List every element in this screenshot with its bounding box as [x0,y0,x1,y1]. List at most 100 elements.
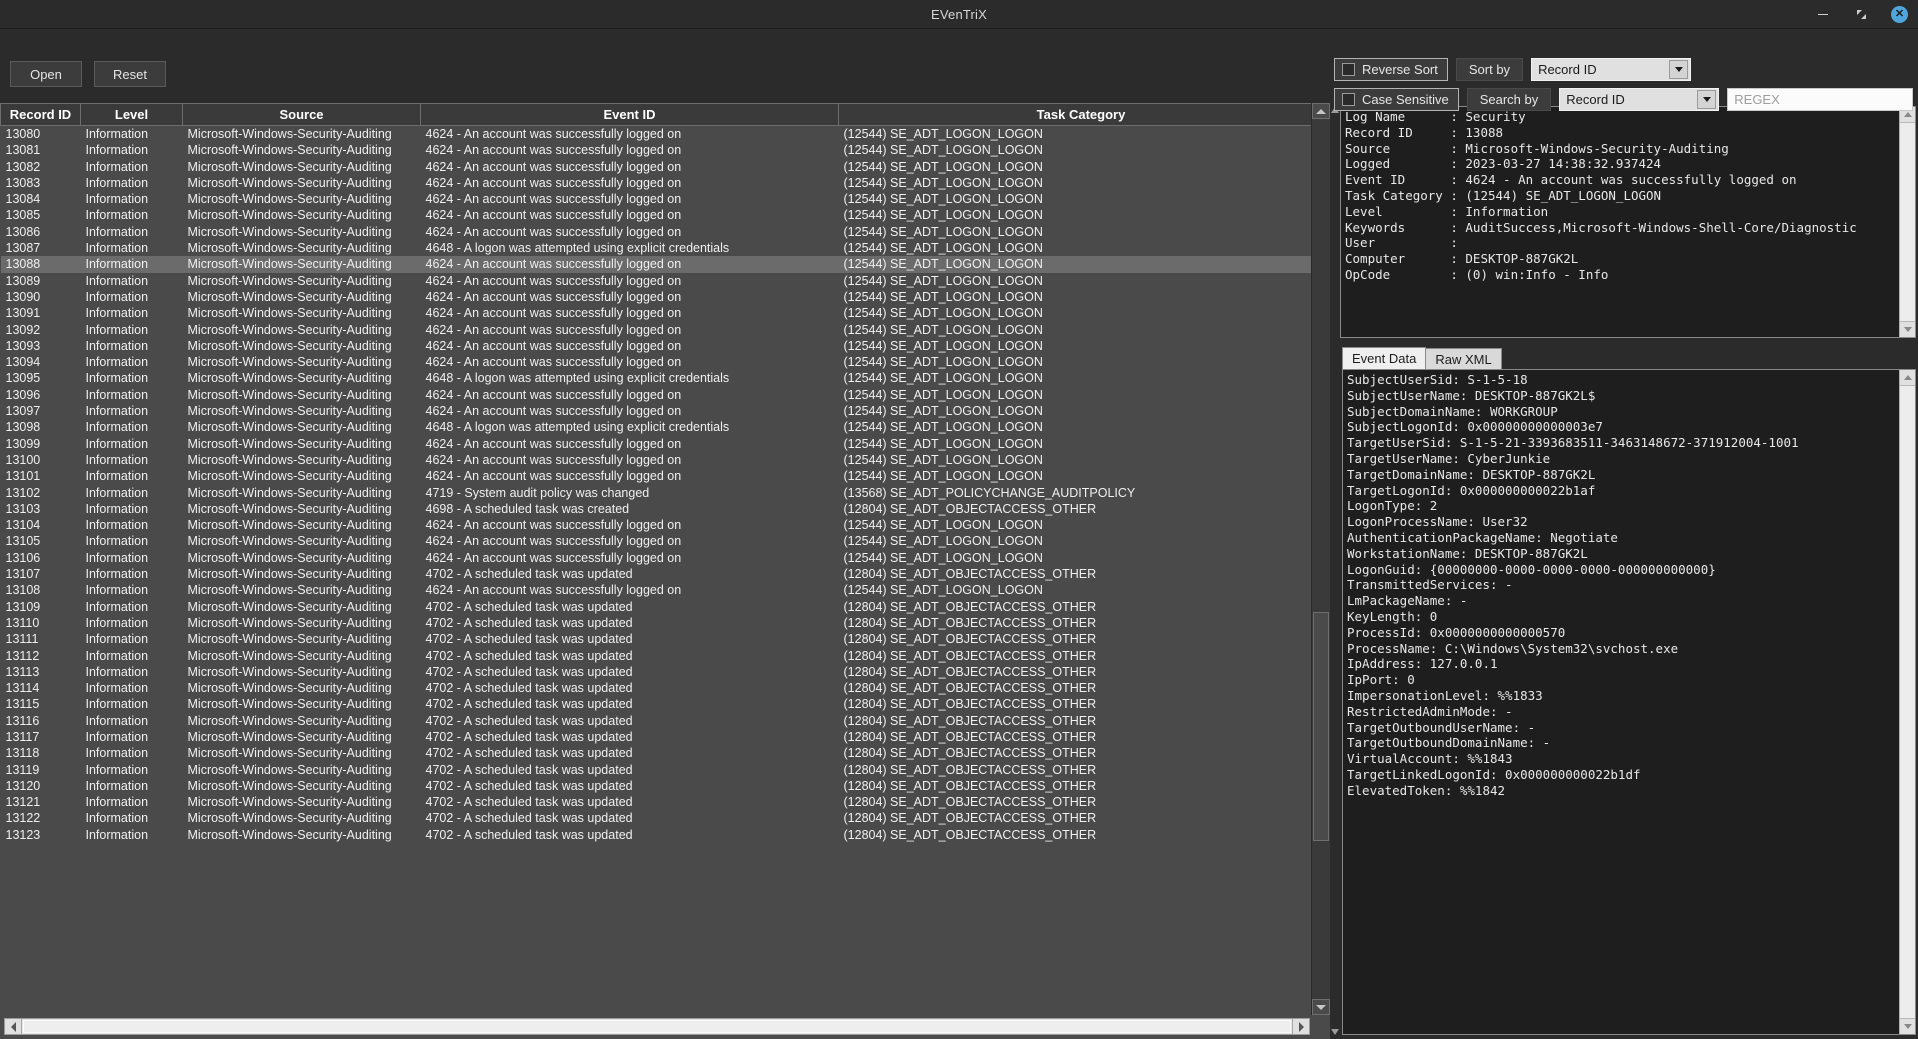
vscroll-track[interactable] [1312,119,1330,999]
cell-record-id: 13092 [5,322,41,337]
table-row[interactable]: 13089 Information Microsoft-Windows-Securi… [1,273,1312,289]
cell-task-category: (12804) SE_ADT_OBJECTACCESS_OTHER [843,599,1097,614]
open-button[interactable]: Open [10,61,82,87]
cell-source: Microsoft-Windows-Security-Auditing [187,355,392,370]
table-row[interactable]: 13096 Information Microsoft-Windows-Securi… [1,387,1312,403]
table-horizontal-scrollbar[interactable] [4,1018,1310,1035]
cell-event-id: 4624 - An account was successfully logge… [425,534,682,549]
search-input[interactable] [1727,88,1914,111]
table-row[interactable]: 13114 Information Microsoft-Windows-Securi… [1,680,1312,696]
event-data-scroll-track[interactable] [1900,386,1915,1018]
reset-button[interactable]: Reset [94,61,166,87]
column-header-level[interactable]: Level [80,103,183,126]
tab-raw-xml[interactable]: Raw XML [1425,348,1502,369]
hscroll-thumb[interactable] [23,1020,1291,1033]
reverse-sort-checkbox[interactable]: Reverse Sort [1334,58,1448,81]
search-by-select[interactable]: Record ID [1559,88,1720,111]
case-sensitive-checkbox[interactable]: Case Sensitive [1334,88,1459,111]
tab-event-data[interactable]: Event Data [1342,347,1427,369]
cell-task-category: (12544) SE_ADT_LOGON_LOGON [843,371,1043,386]
table-row[interactable]: 13102 Information Microsoft-Windows-Securi… [1,485,1312,501]
column-header-record-id[interactable]: Record ID [0,103,81,126]
chevron-down-icon[interactable] [1669,60,1689,79]
table-row[interactable]: 13108 Information Microsoft-Windows-Securi… [1,582,1312,598]
cell-event-id: 4624 - An account was successfully logge… [425,404,682,419]
scroll-down-icon[interactable] [1900,321,1915,337]
table-row[interactable]: 13118 Information Microsoft-Windows-Securi… [1,745,1312,761]
sort-by-select[interactable]: Record ID [1531,58,1692,81]
cell-task-category: (12544) SE_ADT_LOGON_LOGON [843,224,1043,239]
minimize-icon[interactable] [1815,6,1831,22]
table-row[interactable]: 13086 Information Microsoft-Windows-Securi… [1,224,1312,240]
table-row[interactable]: 13109 Information Microsoft-Windows-Securi… [1,599,1312,615]
table-row[interactable]: 13090 Information Microsoft-Windows-Securi… [1,289,1312,305]
summary-scrollbar[interactable] [1899,107,1915,337]
table-row[interactable]: 13080 Information Microsoft-Windows-Securi… [1,126,1312,143]
table-row[interactable]: 13092 Information Microsoft-Windows-Securi… [1,322,1312,338]
scroll-up-icon[interactable] [1900,370,1915,386]
table-row[interactable]: 13112 Information Microsoft-Windows-Securi… [1,648,1312,664]
table-row[interactable]: 13091 Information Microsoft-Windows-Securi… [1,305,1312,321]
table-row[interactable]: 13083 Information Microsoft-Windows-Securi… [1,175,1312,191]
scroll-up-icon[interactable] [1312,103,1330,119]
event-data-box: SubjectUserSid: S-1-5-18 SubjectUserName… [1342,369,1916,1035]
table-row[interactable]: 13097 Information Microsoft-Windows-Securi… [1,403,1312,419]
table-row[interactable]: 13113 Information Microsoft-Windows-Securi… [1,664,1312,680]
cell-event-id: 4624 - An account was successfully logge… [425,192,682,207]
event-data-scrollbar[interactable] [1899,370,1915,1034]
scroll-down-icon[interactable] [1312,999,1330,1015]
splitter-collapse-down-icon[interactable] [1331,1029,1339,1035]
table-row[interactable]: 13093 Information Microsoft-Windows-Securi… [1,338,1312,354]
window-controls: ✕ [1815,0,1908,28]
scroll-left-icon[interactable] [5,1019,22,1034]
table-row[interactable]: 13088 Information Microsoft-Windows-Securi… [0,256,1311,273]
cell-task-category: (12804) SE_ADT_OBJECTACCESS_OTHER [843,762,1097,777]
table-row[interactable]: 13099 Information Microsoft-Windows-Securi… [1,436,1312,452]
table-row[interactable]: 13085 Information Microsoft-Windows-Securi… [1,207,1312,223]
table-row[interactable]: 13119 Information Microsoft-Windows-Securi… [1,762,1312,778]
scroll-down-icon[interactable] [1900,1018,1915,1034]
sort-by-button[interactable]: Sort by [1455,58,1524,81]
search-by-button[interactable]: Search by [1466,88,1552,111]
table-row[interactable]: 13103 Information Microsoft-Windows-Securi… [1,501,1312,517]
cell-task-category: (12544) SE_ADT_LOGON_LOGON [843,420,1043,435]
cell-record-id: 13080 [5,127,41,141]
table-row[interactable]: 13105 Information Microsoft-Windows-Securi… [1,533,1312,549]
column-header-task-category[interactable]: Task Category [838,103,1311,126]
chevron-down-icon[interactable] [1697,90,1717,109]
column-header-source[interactable]: Source [182,103,421,126]
table-row[interactable]: 13110 Information Microsoft-Windows-Securi… [1,615,1312,631]
cell-level: Information [85,404,149,419]
scroll-right-icon[interactable] [1292,1019,1309,1034]
table-row[interactable]: 13101 Information Microsoft-Windows-Securi… [1,468,1312,484]
table-row[interactable]: 13111 Information Microsoft-Windows-Securi… [1,631,1312,647]
table-row[interactable]: 13123 Information Microsoft-Windows-Securi… [1,827,1312,843]
table-row[interactable]: 13098 Information Microsoft-Windows-Securi… [1,419,1312,435]
summary-scroll-track[interactable] [1900,123,1915,321]
table-row[interactable]: 13104 Information Microsoft-Windows-Securi… [1,517,1312,533]
table-row[interactable]: 13106 Information Microsoft-Windows-Securi… [1,550,1312,566]
table-row[interactable]: 13117 Information Microsoft-Windows-Securi… [1,729,1312,745]
cell-record-id: 13087 [5,241,41,256]
cell-event-id: 4702 - A scheduled task was updated [425,615,633,630]
table-row[interactable]: 13100 Information Microsoft-Windows-Securi… [1,452,1312,468]
table-row[interactable]: 13122 Information Microsoft-Windows-Securi… [1,810,1312,826]
table-row[interactable]: 13120 Information Microsoft-Windows-Securi… [1,778,1312,794]
table-row[interactable]: 13121 Information Microsoft-Windows-Securi… [1,794,1312,810]
table-row[interactable]: 13107 Information Microsoft-Windows-Securi… [1,566,1312,582]
table-row[interactable]: 13115 Information Microsoft-Windows-Securi… [1,696,1312,712]
table-row[interactable]: 13095 Information Microsoft-Windows-Securi… [1,370,1312,386]
vscroll-thumb[interactable] [1313,611,1329,841]
table-row[interactable]: 13094 Information Microsoft-Windows-Securi… [1,354,1312,370]
pane-splitter[interactable] [1330,103,1340,1039]
table-row[interactable]: 13087 Information Microsoft-Windows-Securi… [1,240,1312,256]
table-row[interactable]: 13082 Information Microsoft-Windows-Securi… [1,159,1312,175]
cell-task-category: (12544) SE_ADT_LOGON_LOGON [843,534,1043,549]
maximize-icon[interactable] [1853,6,1869,22]
table-row[interactable]: 13116 Information Microsoft-Windows-Securi… [1,713,1312,729]
close-icon[interactable]: ✕ [1891,5,1908,23]
table-row[interactable]: 13081 Information Microsoft-Windows-Securi… [1,142,1312,158]
column-header-event-id[interactable]: Event ID [420,103,839,126]
table-row[interactable]: 13084 Information Microsoft-Windows-Securi… [1,191,1312,207]
table-vertical-scrollbar[interactable] [1311,103,1330,1015]
